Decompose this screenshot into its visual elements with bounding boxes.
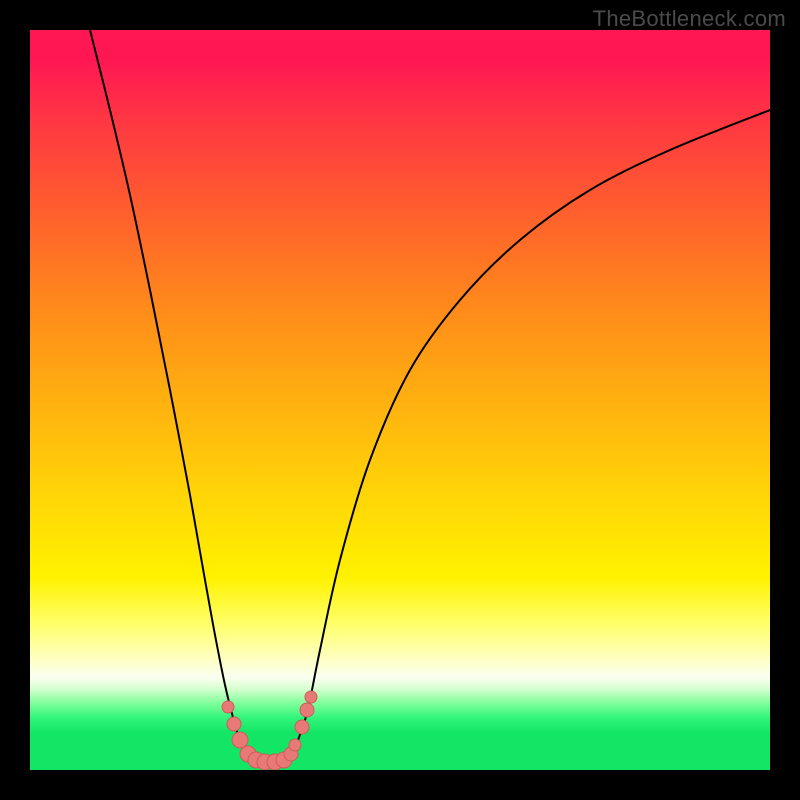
chart-frame: TheBottleneck.com (0, 0, 800, 800)
curve-marker (289, 739, 301, 751)
chart-svg (30, 30, 770, 770)
curve-marker (227, 717, 241, 731)
chart-plot-area (30, 30, 770, 770)
curve-marker (222, 701, 234, 713)
curve-marker (295, 720, 309, 734)
curve-marker (232, 732, 248, 748)
bottleneck-curve (90, 30, 770, 765)
watermark-text: TheBottleneck.com (593, 6, 786, 32)
curve-marker (305, 691, 317, 703)
curve-marker (300, 703, 314, 717)
curve-markers (222, 691, 317, 770)
